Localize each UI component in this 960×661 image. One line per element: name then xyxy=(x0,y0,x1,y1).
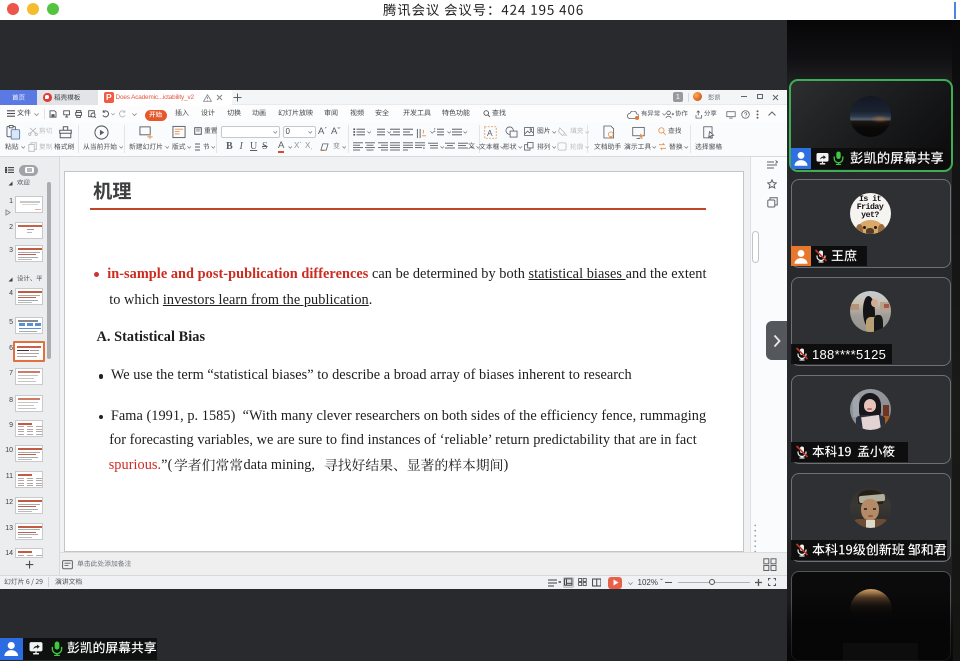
svg-text:A: A xyxy=(486,128,492,138)
